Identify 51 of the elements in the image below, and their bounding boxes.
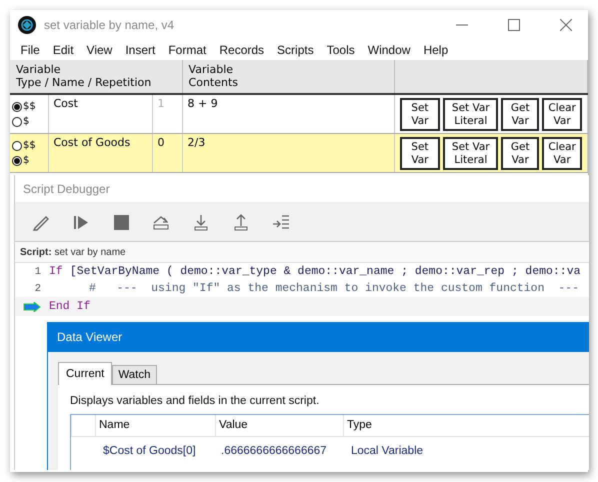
radio-option[interactable]: $$ [12, 99, 46, 114]
contents-field[interactable]: 8 + 9 [188, 97, 218, 110]
table-cell-text: Local Variable [350, 445, 424, 457]
window-title: Script Debugger [22, 180, 111, 198]
repetition-field[interactable]: 0 [158, 136, 164, 149]
menu-item[interactable]: Format [162, 43, 213, 57]
menu-item[interactable]: Help [416, 43, 455, 57]
radio-option[interactable]: $ [12, 153, 46, 168]
var-button[interactable]: Get Var [501, 137, 540, 170]
var-button[interactable]: Set Var Literal [443, 98, 498, 131]
var-button[interactable]: Get Var [501, 98, 540, 131]
code-text: If [49, 265, 63, 278]
description-text: Displays variables and fields in the current script. [70, 395, 320, 407]
window-title: Data Viewer [57, 330, 122, 344]
menu-item[interactable]: File [14, 43, 46, 57]
maximize-icon[interactable] [508, 19, 520, 31]
column-header: Value [215, 415, 343, 436]
menu-item[interactable]: View [80, 43, 119, 57]
code-text: End If [49, 300, 90, 313]
name-field[interactable]: Cost [54, 97, 78, 110]
var-button[interactable]: Clear Var [542, 98, 582, 131]
menu-item[interactable]: Tools [320, 43, 362, 57]
var-button[interactable]: Set Var [400, 137, 440, 170]
menu-item[interactable]: Records [212, 43, 271, 57]
menu-item[interactable]: Window [361, 43, 417, 57]
app-icon [18, 16, 36, 34]
radio-option[interactable]: $$ [12, 138, 46, 153]
window-title: set variable by name, v4 [44, 18, 176, 32]
column-header: Variable Contents [182, 60, 394, 94]
code-text: # --- using "If" as the mechanism to invoke the custom function --- [89, 282, 579, 295]
contents-field[interactable]: 2/3 [188, 136, 206, 149]
menu-item[interactable]: Scripts [270, 43, 320, 57]
menu-item[interactable]: Insert [118, 43, 162, 57]
table-cell-text: $Cost of Goods[0] [102, 445, 197, 457]
line-number: 2 [34, 282, 41, 294]
var-button[interactable]: Set Var [400, 98, 440, 131]
tab[interactable]: Watch [112, 365, 157, 384]
minimize-icon[interactable] [456, 24, 468, 26]
radio-option[interactable]: $ [12, 114, 46, 129]
close-icon[interactable] [560, 19, 572, 31]
var-button[interactable]: Set Var Literal [443, 137, 498, 170]
table-cell-text: .6666666666666667 [220, 445, 328, 457]
menu-item[interactable]: Edit [46, 43, 80, 57]
code-text: [SetVarByName ( demo::var_type & demo::var_name ; demo::var_rep ; demo::va [70, 265, 580, 278]
column-header: Variable Type / Name / Repetition [10, 60, 182, 94]
tab[interactable]: Current [58, 362, 112, 385]
column-header: Type [343, 415, 589, 436]
script-label: Script: set var by name [20, 246, 126, 258]
column-header: Name [95, 415, 215, 436]
var-button[interactable]: Clear Var [542, 137, 582, 170]
line-number: 1 [34, 266, 41, 278]
